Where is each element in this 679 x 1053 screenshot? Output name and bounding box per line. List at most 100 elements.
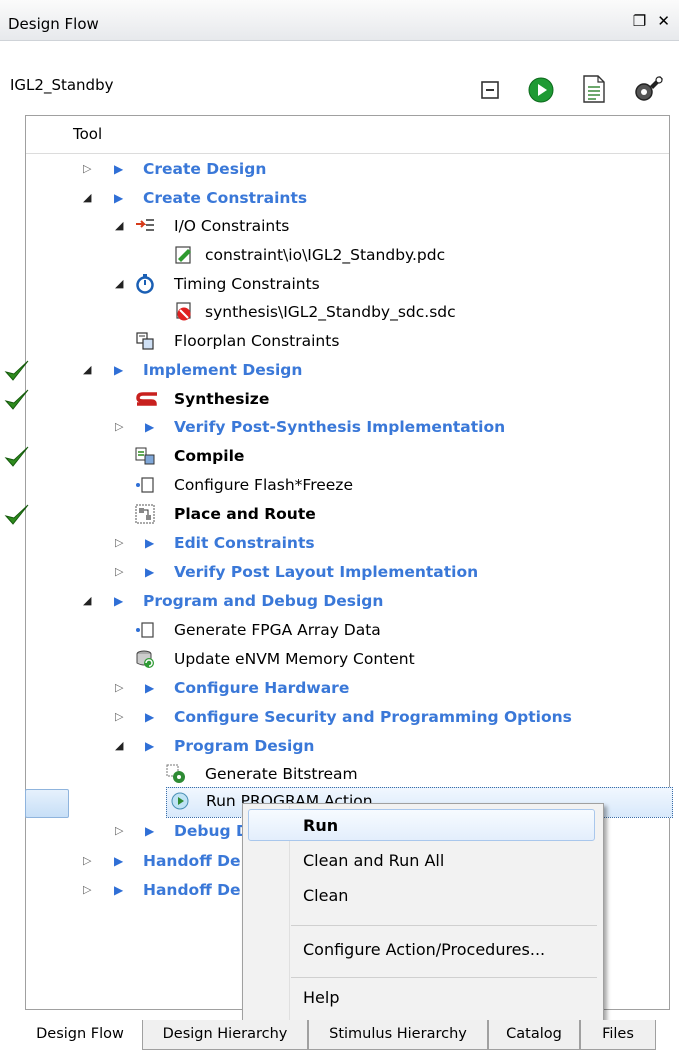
tree-row-create-constraints[interactable]: ◢ ▶ Create Constraints — [0, 185, 679, 214]
tree-row-configure-flash-freeze[interactable]: Configure Flash*Freeze — [0, 472, 679, 501]
memory-update-icon — [136, 650, 154, 668]
tree-row-label: Program and Debug Design — [143, 592, 384, 610]
expand-arrow-icon[interactable]: ▷ — [83, 883, 91, 896]
panel-title: Design Flow — [8, 15, 99, 33]
expand-arrow-icon[interactable]: ▷ — [115, 681, 123, 694]
config-tool-icon — [136, 477, 154, 493]
expand-arrow-icon[interactable]: ▷ — [115, 565, 123, 578]
tree-row-label: Timing Constraints — [174, 275, 320, 293]
expand-arrow-icon[interactable]: ▷ — [83, 162, 91, 175]
tab-stimulus-hierarchy[interactable]: Stimulus Hierarchy — [308, 1020, 488, 1050]
sdc-file-error-icon — [176, 302, 191, 321]
stopwatch-icon — [136, 274, 154, 294]
menu-item-run[interactable]: Run — [303, 816, 338, 835]
check-icon — [4, 360, 29, 381]
tree-column-header[interactable]: Tool — [26, 116, 669, 154]
pdc-file-icon — [175, 246, 191, 264]
place-route-icon — [135, 504, 155, 524]
collapse-arrow-icon[interactable]: ◢ — [115, 739, 123, 752]
tree-row-label: Update eNVM Memory Content — [174, 650, 415, 668]
tree-row-update-envm[interactable]: Update eNVM Memory Content — [0, 646, 679, 675]
tree-row-create-design[interactable]: ▷ ▶ Create Design — [0, 156, 679, 185]
expand-arrow-icon[interactable]: ▷ — [115, 710, 123, 723]
window-controls[interactable]: ❐ ✕ — [633, 12, 673, 30]
expand-arrow-icon[interactable]: ▷ — [83, 854, 91, 867]
collapse-icon[interactable] — [480, 80, 500, 100]
tree-row-label: synthesis\IGL2_Standby_sdc.sdc — [205, 303, 456, 321]
tree-row-pdc-file[interactable]: constraint\io\IGL2_Standby.pdc — [0, 242, 679, 271]
bitstream-icon — [166, 764, 185, 783]
category-arrow-icon: ▶ — [145, 536, 155, 550]
io-constraints-icon — [136, 219, 154, 231]
tree-row-label: Floorplan Constraints — [174, 332, 340, 350]
run-icon[interactable] — [528, 77, 554, 103]
tab-design-flow[interactable]: Design Flow — [18, 1020, 142, 1050]
category-arrow-icon: ▶ — [114, 883, 124, 897]
tree-row-label: Handoff De — [143, 881, 241, 899]
collapse-arrow-icon[interactable]: ◢ — [83, 363, 91, 376]
tree-row-verify-post-layout[interactable]: ▷ ▶ Verify Post Layout Implementation — [0, 559, 679, 588]
menu-separator — [291, 977, 597, 978]
collapse-arrow-icon[interactable]: ◢ — [115, 219, 123, 232]
tree-row-label: Verify Post-Synthesis Implementation — [174, 418, 506, 436]
tab-files[interactable]: Files — [580, 1020, 656, 1050]
category-arrow-icon: ▶ — [145, 681, 155, 695]
category-arrow-icon: ▶ — [145, 739, 155, 753]
category-arrow-icon: ▶ — [114, 363, 124, 377]
panel-tab-bar: Design Flow Design Hierarchy Stimulus Hi… — [0, 1020, 679, 1053]
menu-item-configure-action[interactable]: Configure Action/Procedures... — [303, 940, 545, 959]
expand-arrow-icon[interactable]: ▷ — [115, 420, 123, 433]
menu-item-highlight — [248, 809, 595, 841]
floorplan-icon — [136, 332, 154, 350]
category-arrow-icon: ▶ — [114, 191, 124, 205]
tree-row-compile[interactable]: Compile — [0, 443, 679, 472]
tree-row-generate-bitstream[interactable]: Generate Bitstream — [0, 761, 679, 790]
tree-row-edit-constraints[interactable]: ▷ ▶ Edit Constraints — [0, 530, 679, 559]
tree-row-sdc-file[interactable]: synthesis\IGL2_Standby_sdc.sdc — [0, 299, 679, 328]
menu-item-clean-and-run-all[interactable]: Clean and Run All — [303, 851, 444, 870]
tree-row-implement-design[interactable]: ◢ ▶ Implement Design — [0, 357, 679, 386]
synplify-icon — [136, 392, 157, 406]
tree-row-generate-fpga-array[interactable]: Generate FPGA Array Data — [0, 617, 679, 646]
tree-row-label: Handoff De — [143, 852, 241, 870]
tab-design-hierarchy[interactable]: Design Hierarchy — [142, 1020, 308, 1050]
category-arrow-icon: ▶ — [145, 824, 155, 838]
tree-row-configure-hardware[interactable]: ▷ ▶ Configure Hardware — [0, 675, 679, 704]
category-arrow-icon: ▶ — [145, 420, 155, 434]
tree-row-label: I/O Constraints — [174, 217, 290, 235]
menu-item-help[interactable]: Help — [303, 988, 339, 1007]
panel-titlebar: Design Flow ❐ ✕ — [0, 0, 679, 41]
tree-row-place-and-route[interactable]: Place and Route — [0, 501, 679, 530]
tree-row-io-constraints[interactable]: ◢ I/O Constraints — [0, 213, 679, 242]
category-arrow-icon: ▶ — [145, 710, 155, 724]
collapse-arrow-icon[interactable]: ◢ — [115, 277, 123, 290]
compile-icon — [135, 447, 155, 465]
tree-row-configure-security[interactable]: ▷ ▶ Configure Security and Programming O… — [0, 704, 679, 733]
tree-row-synthesize[interactable]: Synthesize — [0, 386, 679, 415]
tree-row-label: Generate Bitstream — [205, 765, 358, 783]
expand-arrow-icon[interactable]: ▷ — [115, 824, 123, 837]
tab-catalog[interactable]: Catalog — [488, 1020, 580, 1050]
tree-row-label: Compile — [174, 447, 245, 465]
collapse-arrow-icon[interactable]: ◢ — [83, 594, 91, 607]
menu-item-clean[interactable]: Clean — [303, 886, 348, 905]
tree-row-floorplan-constraints[interactable]: Floorplan Constraints — [0, 328, 679, 357]
context-menu: Run Clean and Run All Clean Configure Ac… — [242, 803, 604, 1027]
project-name: IGL2_Standby — [10, 76, 114, 94]
report-icon[interactable] — [582, 74, 606, 104]
config-tool-icon — [136, 622, 154, 638]
expand-arrow-icon[interactable]: ▷ — [115, 536, 123, 549]
tree-row-timing-constraints[interactable]: ◢ Timing Constraints — [0, 271, 679, 300]
tree-row-verify-post-synthesis[interactable]: ▷ ▶ Verify Post-Synthesis Implementation — [0, 414, 679, 443]
collapse-arrow-icon[interactable]: ◢ — [83, 191, 91, 204]
tree-row-program-and-debug[interactable]: ◢ ▶ Program and Debug Design — [0, 588, 679, 617]
check-icon — [4, 446, 29, 467]
options-icon[interactable] — [632, 74, 664, 106]
menu-separator — [291, 925, 597, 926]
check-icon — [4, 389, 29, 410]
tree-row-label: Create Constraints — [143, 189, 308, 207]
category-arrow-icon: ▶ — [114, 162, 124, 176]
tree-row-label: Configure Security and Programming Optio… — [174, 708, 572, 726]
tree-row-label: Debug D — [174, 822, 249, 840]
tree-row-program-design[interactable]: ◢ ▶ Program Design — [0, 733, 679, 762]
